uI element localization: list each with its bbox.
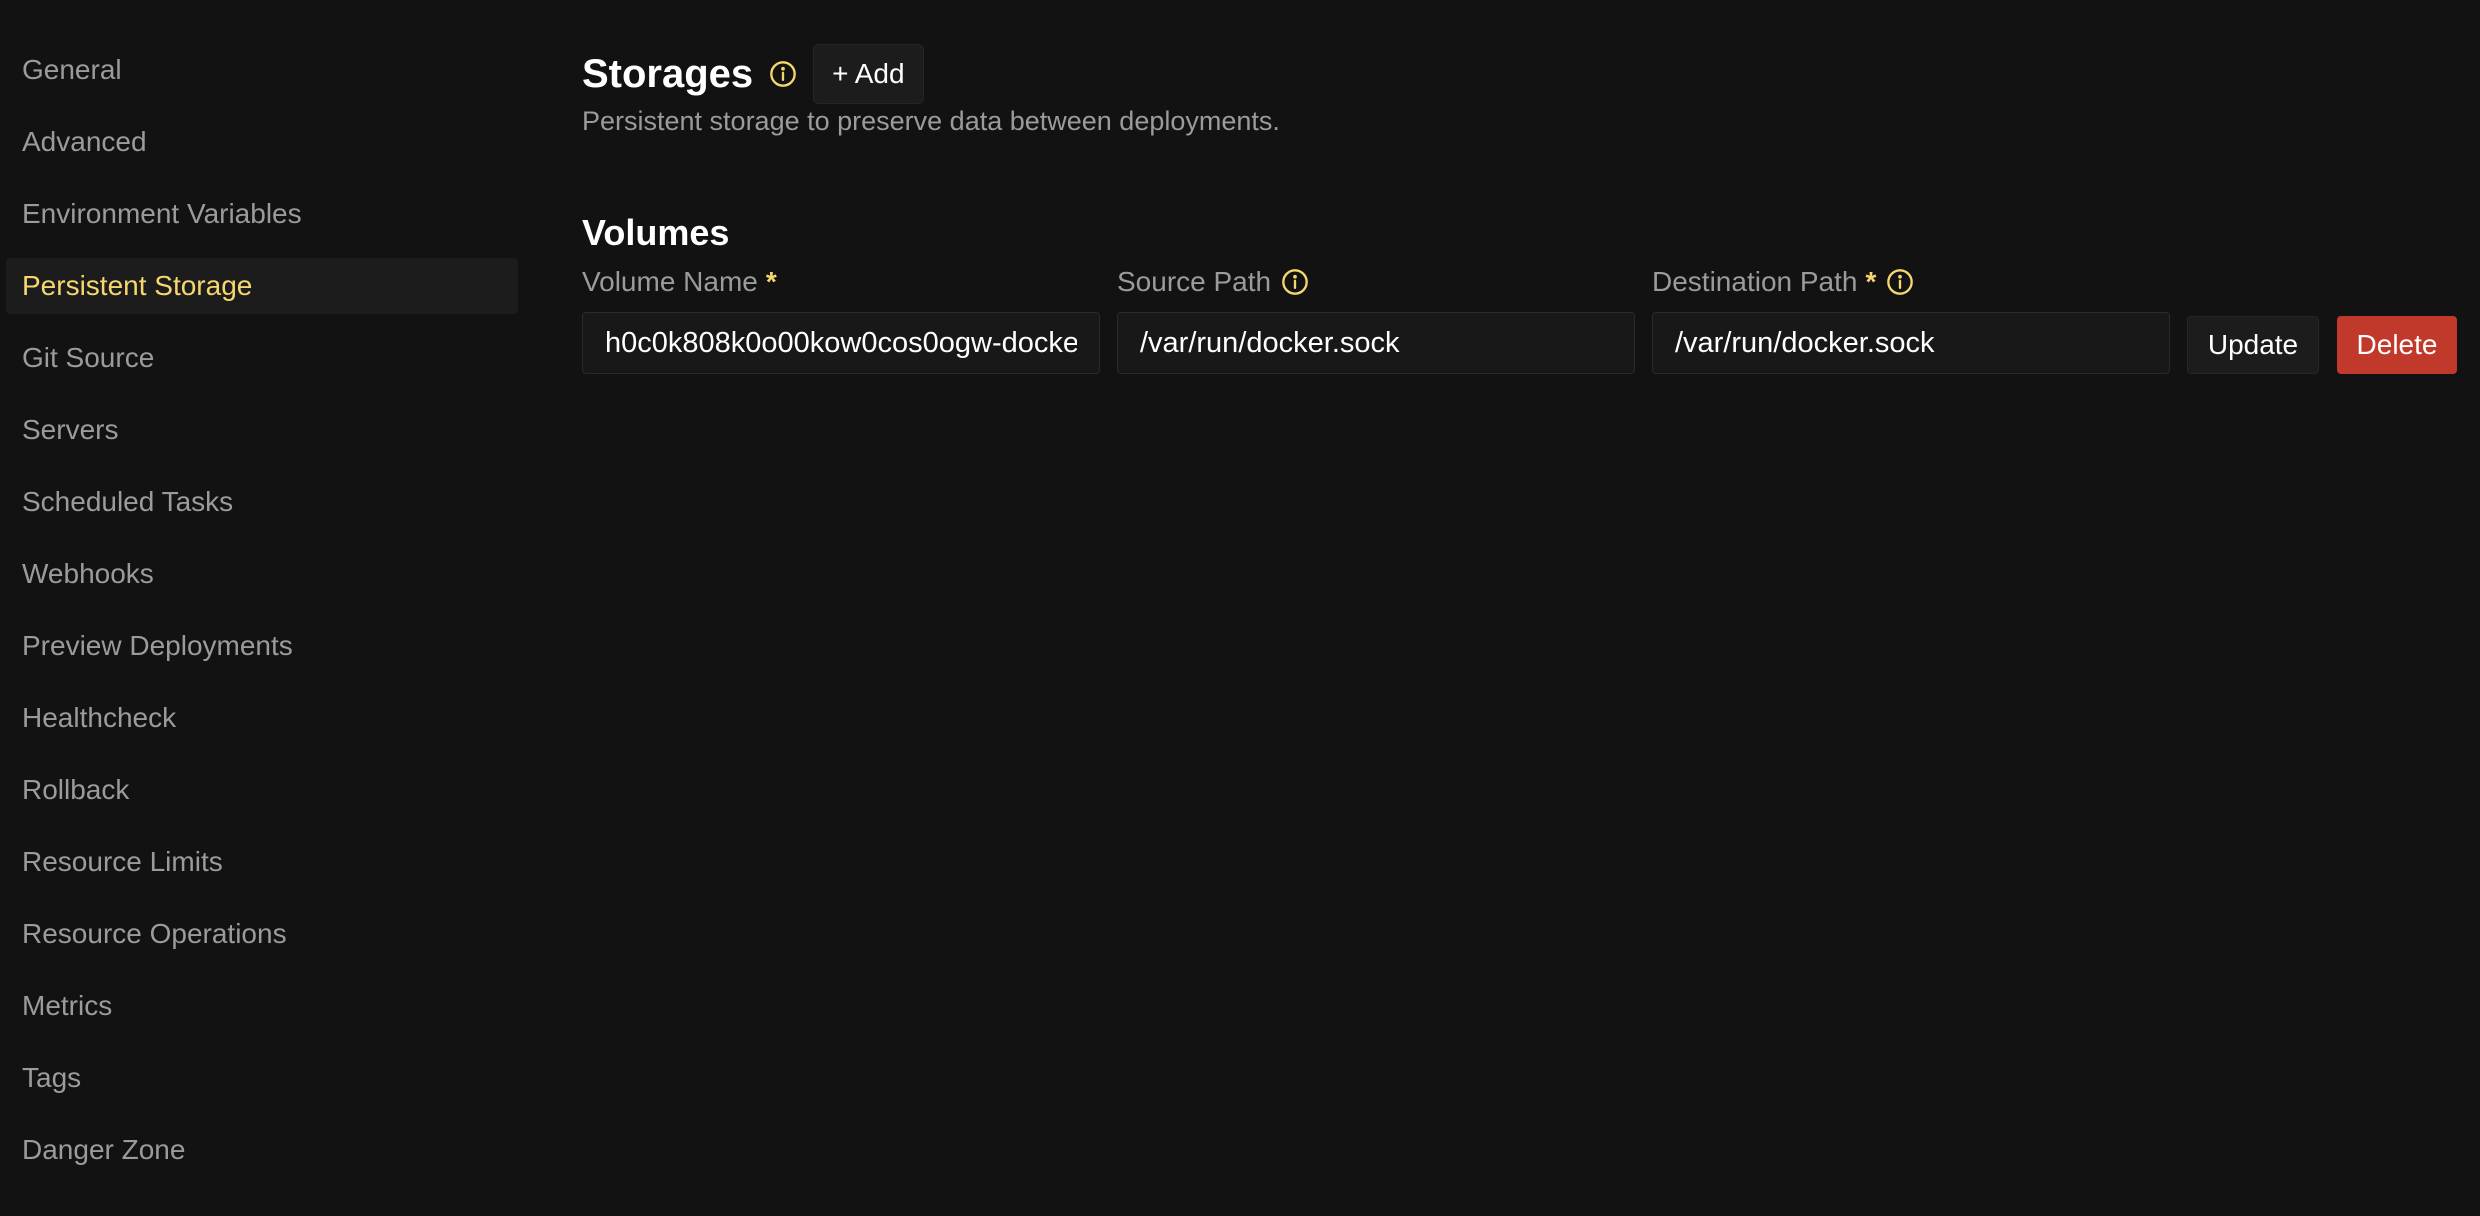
sidebar-item-scheduled-tasks[interactable]: Scheduled Tasks xyxy=(6,474,518,530)
sidebar-item-rollback[interactable]: Rollback xyxy=(6,762,518,818)
sidebar-item-label: Danger Zone xyxy=(22,1134,186,1165)
sidebar-item-label: Resource Operations xyxy=(22,918,287,949)
sidebar-item-general[interactable]: General xyxy=(6,42,518,98)
volume-name-label-text: Volume Name xyxy=(582,266,758,297)
sidebar-item-label: Preview Deployments xyxy=(22,630,293,661)
sidebar-item-label: Resource Limits xyxy=(22,846,223,877)
storages-header: Storages + Add xyxy=(582,44,924,104)
sidebar-item-label: Rollback xyxy=(22,774,130,805)
volume-name-input[interactable] xyxy=(582,312,1100,374)
sidebar-item-resource-operations[interactable]: Resource Operations xyxy=(6,906,518,962)
add-storage-button[interactable]: + Add xyxy=(813,44,924,104)
sidebar-item-label: Persistent Storage xyxy=(22,270,253,301)
sidebar-item-label: Environment Variables xyxy=(22,198,302,229)
source-path-label: Source Path xyxy=(1117,266,1309,298)
source-path-label-text: Source Path xyxy=(1117,266,1272,297)
sidebar-item-servers[interactable]: Servers xyxy=(6,402,518,458)
sidebar-item-webhooks[interactable]: Webhooks xyxy=(6,546,518,602)
delete-button[interactable]: Delete xyxy=(2337,316,2457,374)
volumes-section-title: Volumes xyxy=(582,212,730,253)
required-mark: * xyxy=(765,266,777,297)
sidebar-item-git-source[interactable]: Git Source xyxy=(6,330,518,386)
sidebar: General Advanced Environment Variables P… xyxy=(6,42,518,1194)
sidebar-item-danger-zone[interactable]: Danger Zone xyxy=(6,1122,518,1178)
sidebar-item-persistent-storage[interactable]: Persistent Storage xyxy=(6,258,518,314)
sidebar-item-label: Git Source xyxy=(22,342,155,373)
sidebar-item-label: Tags xyxy=(22,1062,82,1093)
sidebar-item-label: Webhooks xyxy=(22,558,154,589)
sidebar-item-tags[interactable]: Tags xyxy=(6,1050,518,1106)
sidebar-item-label: General xyxy=(22,54,122,85)
info-icon[interactable] xyxy=(1886,268,1914,296)
sidebar-item-environment-variables[interactable]: Environment Variables xyxy=(6,186,518,242)
destination-path-label: Destination Path * xyxy=(1652,266,1914,298)
sidebar-item-metrics[interactable]: Metrics xyxy=(6,978,518,1034)
sidebar-item-label: Metrics xyxy=(22,990,113,1021)
info-icon[interactable] xyxy=(769,60,797,88)
destination-path-label-text: Destination Path xyxy=(1652,266,1858,297)
volume-name-label: Volume Name * xyxy=(582,266,777,298)
sidebar-item-preview-deployments[interactable]: Preview Deployments xyxy=(6,618,518,674)
page: General Advanced Environment Variables P… xyxy=(0,0,2480,1216)
sidebar-item-label: Servers xyxy=(22,414,119,445)
sidebar-item-healthcheck[interactable]: Healthcheck xyxy=(6,690,518,746)
destination-path-input[interactable] xyxy=(1652,312,2170,374)
sidebar-item-resource-limits[interactable]: Resource Limits xyxy=(6,834,518,890)
page-title: Storages xyxy=(582,51,754,96)
source-path-input[interactable] xyxy=(1117,312,1635,374)
sidebar-item-label: Advanced xyxy=(22,126,147,157)
sidebar-item-label: Healthcheck xyxy=(22,702,177,733)
sidebar-item-advanced[interactable]: Advanced xyxy=(6,114,518,170)
update-button[interactable]: Update xyxy=(2187,316,2319,374)
page-subtitle: Persistent storage to preserve data betw… xyxy=(582,106,1280,136)
sidebar-item-label: Scheduled Tasks xyxy=(22,486,234,517)
required-mark: * xyxy=(1865,266,1877,297)
info-icon[interactable] xyxy=(1281,268,1309,296)
